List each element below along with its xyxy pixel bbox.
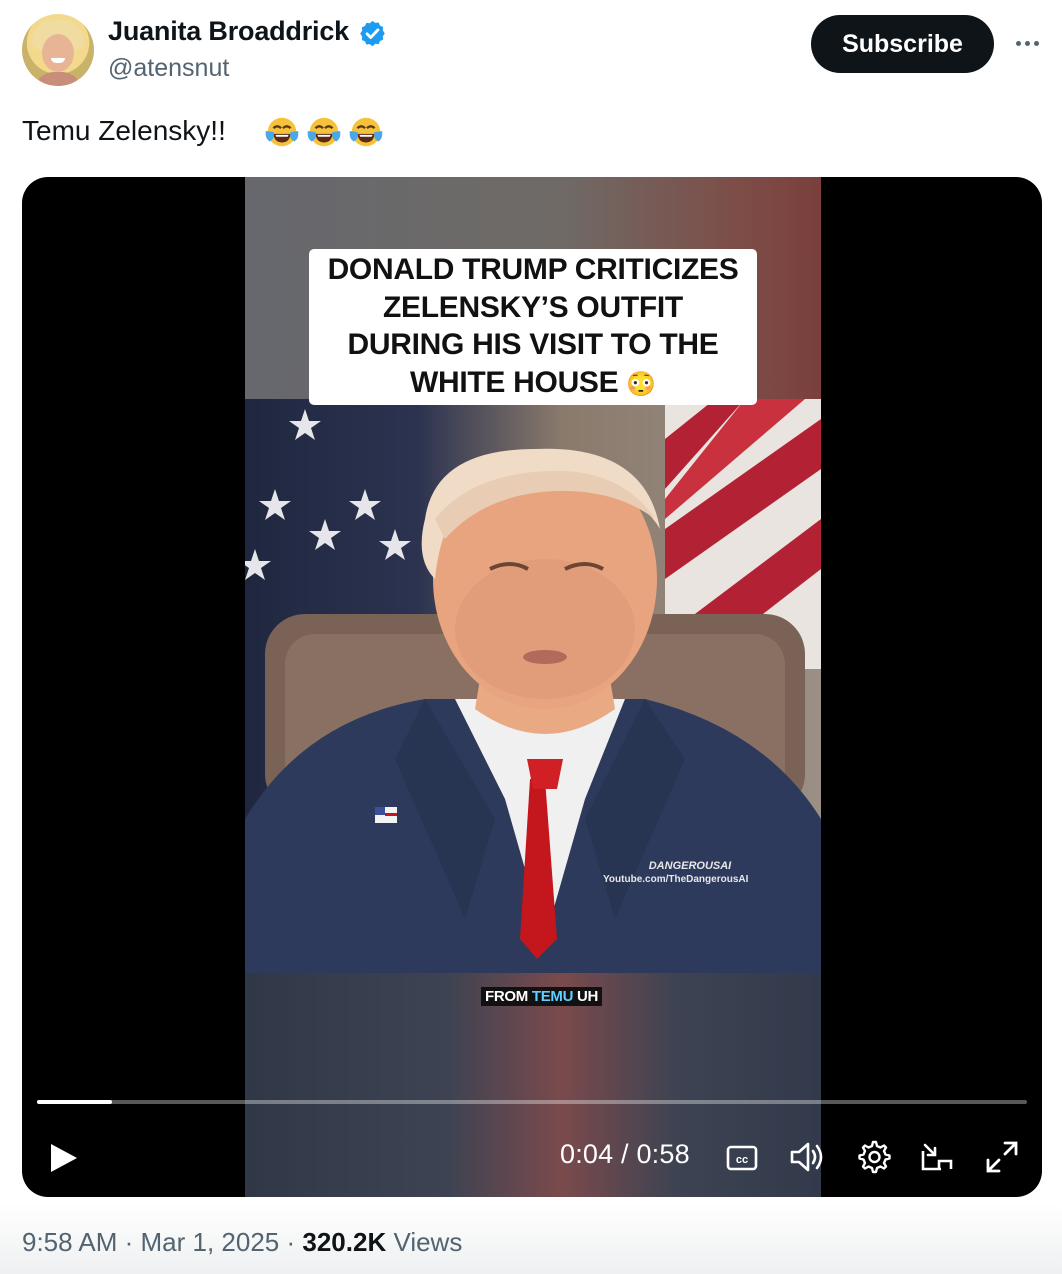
picture-in-picture-icon[interactable] [919, 1139, 955, 1175]
author-display-name[interactable]: Juanita Broaddrick [108, 16, 349, 47]
tweet-emojis [263, 113, 385, 151]
video-caption-text: DONALD TRUMP CRITICIZES ZELENSKY’S OUTFI… [327, 253, 739, 399]
video-time: 0:04 / 0:58 [560, 1139, 690, 1169]
video-caption: DONALD TRUMP CRITICIZES ZELENSKY’S OUTFI… [245, 249, 821, 405]
author-avatar[interactable] [22, 14, 94, 86]
gear-icon[interactable] [854, 1138, 892, 1176]
volume-icon[interactable] [788, 1139, 826, 1175]
video-current-time: 0:04 [560, 1139, 614, 1169]
tweet-time[interactable]: 9:58 AM [22, 1227, 117, 1257]
video-watermark-name: DANGEROUSAI [648, 860, 732, 872]
tears-of-joy-emoji-icon [265, 117, 299, 147]
tweet-text: Temu Zelensky!! [22, 115, 226, 146]
tears-of-joy-emoji-icon [307, 117, 341, 147]
svg-text:cc: cc [736, 1154, 748, 1166]
flushed-face-emoji-icon: 😳 [626, 370, 656, 398]
author-handle[interactable]: @atensnut [108, 54, 229, 83]
play-icon[interactable] [46, 1141, 80, 1175]
tweet-date[interactable]: Mar 1, 2025 [141, 1227, 280, 1257]
video-progress-bar[interactable] [37, 1100, 1027, 1104]
closed-captions-icon[interactable]: cc [725, 1141, 759, 1175]
verified-badge-icon [360, 20, 385, 47]
video-subtitle: FROM TEMU UH [481, 987, 603, 1006]
tears-of-joy-emoji-icon [349, 117, 383, 147]
views-count: 320.2K [302, 1227, 387, 1257]
video-progress-fill [37, 1100, 113, 1104]
tweet-meta: 9:58 AM · Mar 1, 2025 · 320.2K Views [22, 1227, 463, 1257]
video-frame: DONALD TRUMP CRITICIZES ZELENSKY’S OUTFI… [245, 177, 821, 1197]
subscribe-button[interactable]: Subscribe [811, 15, 994, 73]
views-label: Views [386, 1227, 463, 1257]
video-watermark-url: Youtube.com/TheDangerousAI [603, 874, 749, 885]
video-player[interactable]: DONALD TRUMP CRITICIZES ZELENSKY’S OUTFI… [22, 177, 1042, 1197]
more-options-icon[interactable] [1010, 28, 1044, 58]
video-duration: 0:58 [636, 1139, 690, 1169]
fullscreen-icon[interactable] [984, 1139, 1020, 1175]
video-scene-image [245, 399, 821, 973]
